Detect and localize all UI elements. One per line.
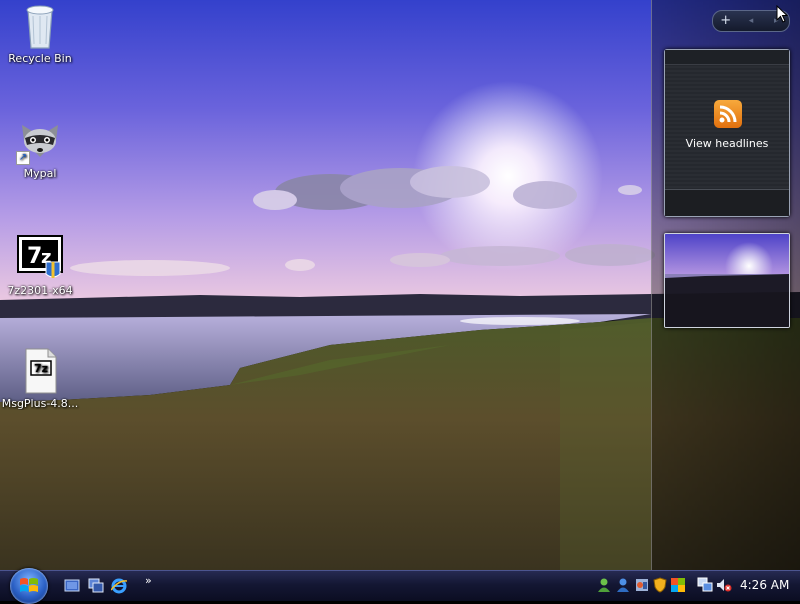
taskbar-clock[interactable]: 4:26 AM xyxy=(740,578,789,592)
windows-sidebar: + ◂ ▸ View headlines xyxy=(651,0,800,570)
feed-headlines-gadget[interactable]: View headlines xyxy=(664,49,790,217)
7zip-installer-icon: 7 z xyxy=(16,234,64,282)
previous-gadgets-button[interactable]: ◂ xyxy=(738,12,763,30)
gadget-top-bar xyxy=(665,50,789,65)
windows-update-icon[interactable] xyxy=(670,577,686,593)
switch-windows-icon[interactable] xyxy=(88,578,104,594)
messenger-contact-icon-2[interactable] xyxy=(615,577,631,593)
desktop-icon-msgplus[interactable]: 7z MsgPlus-4.8... xyxy=(0,347,80,410)
quick-launch-more-button[interactable]: » xyxy=(145,574,152,587)
slideshow-gadget[interactable] xyxy=(664,233,790,328)
svg-text:7z: 7z xyxy=(34,362,48,375)
desktop-icon-label: 7z2301-x64 xyxy=(7,284,73,297)
security-shield-icon[interactable] xyxy=(652,577,668,593)
gadget-bottom-bar xyxy=(665,189,789,216)
network-icon[interactable] xyxy=(697,577,713,593)
start-button[interactable] xyxy=(10,568,48,604)
desktop-icon-recycle-bin[interactable]: Recycle Bin xyxy=(0,2,80,65)
network-agent-icon[interactable] xyxy=(634,577,650,593)
7z-archive-file-icon: 7z xyxy=(16,347,64,395)
desktop-icon-7z2301-x64[interactable]: 7 z 7z2301-x64 xyxy=(0,234,80,297)
desktop-icon-mypal[interactable]: ↗ Mypal xyxy=(0,117,80,180)
desktop-icon-label: MsgPlus-4.8... xyxy=(1,397,79,410)
windows-orb-icon xyxy=(20,578,38,592)
desktop-icon-label: Recycle Bin xyxy=(8,52,72,65)
volume-muted-icon[interactable] xyxy=(716,577,732,593)
recycle-bin-icon xyxy=(16,2,64,50)
mypal-raccoon-icon: ↗ xyxy=(16,117,64,165)
taskbar: » 4:26 AM xyxy=(0,568,800,604)
view-headlines-link[interactable]: View headlines xyxy=(665,137,789,150)
internet-explorer-icon[interactable] xyxy=(110,578,128,594)
desktop-icon-label: Mypal xyxy=(23,167,57,180)
add-gadget-button[interactable]: + xyxy=(713,12,738,30)
show-desktop-icon[interactable] xyxy=(64,578,80,594)
mouse-cursor-icon xyxy=(776,4,789,26)
rss-feed-icon[interactable] xyxy=(714,100,742,128)
shortcut-arrow-icon: ↗ xyxy=(16,151,30,165)
messenger-contact-icon[interactable] xyxy=(596,577,612,593)
slideshow-thumbnail xyxy=(665,234,789,327)
